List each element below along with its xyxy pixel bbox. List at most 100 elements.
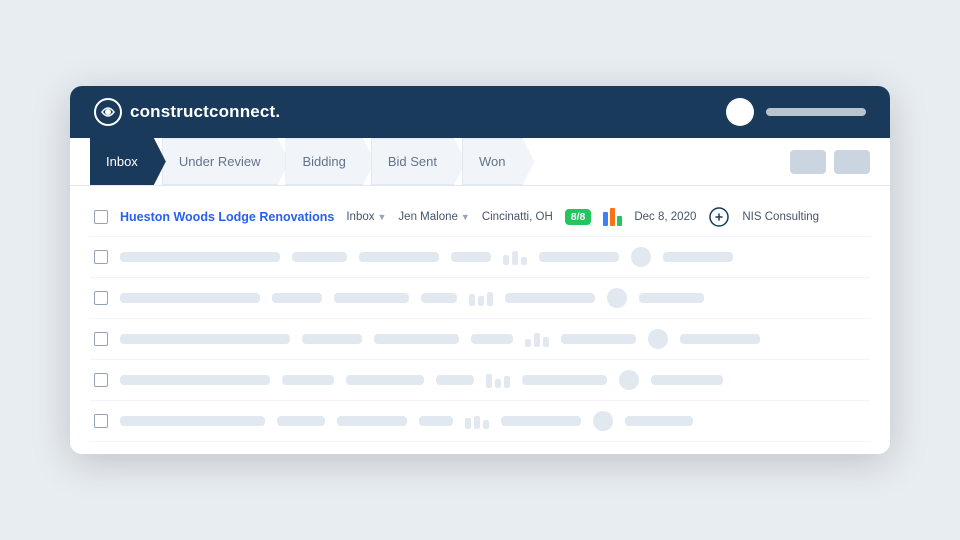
skel-bar-3	[487, 292, 493, 306]
skel-company	[625, 416, 693, 426]
skel-status	[292, 252, 347, 262]
skel-status	[277, 416, 325, 426]
status-dropdown-arrow: ▼	[378, 212, 387, 222]
skel-date	[561, 334, 636, 344]
skel-date	[539, 252, 619, 262]
skel-checkbox	[94, 414, 108, 428]
skel-checkbox	[94, 250, 108, 264]
skel-bar-1	[469, 294, 475, 306]
skel-bars	[486, 372, 510, 388]
skel-avatar	[648, 329, 668, 349]
project-name[interactable]: Hueston Woods Lodge Renovations	[120, 210, 334, 224]
skel-badge	[419, 416, 453, 426]
skel-bar-3	[504, 376, 510, 388]
skel-company	[680, 334, 760, 344]
skel-bar-3	[521, 257, 527, 265]
status-badge[interactable]: Inbox ▼	[346, 211, 386, 223]
count-badge: 8/8	[565, 209, 592, 225]
skel-checkbox	[94, 291, 108, 305]
skel-badge	[451, 252, 491, 262]
skel-badge	[436, 375, 474, 385]
skeleton-row-3	[90, 319, 870, 360]
bar-2	[610, 208, 615, 226]
company-text: NIS Consulting	[742, 211, 819, 223]
tab-under-review[interactable]: Under Review	[162, 138, 290, 185]
skel-avatar	[619, 370, 639, 390]
skel-badge	[471, 334, 513, 344]
bar-chart	[603, 208, 622, 226]
skel-bar-2	[495, 379, 501, 388]
tab-action-btn-1[interactable]	[790, 150, 826, 174]
skel-name	[120, 416, 265, 426]
skel-checkbox	[94, 332, 108, 346]
skel-badge	[421, 293, 457, 303]
main-content: Inbox Under Review Bidding Bid Sent Won	[70, 138, 890, 454]
skel-bar-2	[534, 333, 540, 347]
skel-date	[522, 375, 607, 385]
skel-name	[120, 375, 270, 385]
tab-action-btn-2[interactable]	[834, 150, 870, 174]
skel-bar-2	[478, 296, 484, 306]
skel-bars	[465, 413, 489, 429]
date-text: Dec 8, 2020	[634, 211, 696, 223]
skeleton-row-2	[90, 278, 870, 319]
table-row: Hueston Woods Lodge Renovations Inbox ▼ …	[90, 198, 870, 237]
tab-won[interactable]: Won	[462, 138, 535, 185]
skel-bar-2	[512, 251, 518, 265]
skel-bar-1	[525, 339, 531, 347]
tab-bidding[interactable]: Bidding	[285, 138, 374, 185]
skel-person	[346, 375, 424, 385]
tab-inbox[interactable]: Inbox	[90, 138, 166, 185]
logo-text-regular: construct	[130, 102, 209, 121]
skel-avatar	[607, 288, 627, 308]
skel-person	[337, 416, 407, 426]
bar-3	[617, 216, 622, 226]
skel-avatar	[631, 247, 651, 267]
skeleton-row-5	[90, 401, 870, 442]
action-icon[interactable]	[708, 206, 730, 228]
skel-bar-1	[486, 374, 492, 388]
skel-bar-2	[474, 416, 480, 429]
row-checkbox[interactable]	[94, 210, 108, 224]
table-area: Hueston Woods Lodge Renovations Inbox ▼ …	[70, 186, 890, 454]
person-dropdown-arrow: ▼	[461, 212, 470, 222]
skel-status	[282, 375, 334, 385]
skel-company	[651, 375, 723, 385]
tab-bid-sent[interactable]: Bid Sent	[371, 138, 466, 185]
topbar: constructconnect.	[70, 86, 890, 138]
skel-name	[120, 334, 290, 344]
logo-text: constructconnect.	[130, 102, 280, 122]
skel-checkbox	[94, 373, 108, 387]
skel-status	[302, 334, 362, 344]
skel-bars	[503, 249, 527, 265]
topbar-bar	[766, 108, 866, 116]
skel-bar-1	[503, 255, 509, 265]
skel-date	[505, 293, 595, 303]
action-svg	[709, 207, 729, 227]
skel-bar-1	[465, 418, 471, 429]
skel-bars	[525, 331, 549, 347]
skeleton-row-1	[90, 237, 870, 278]
skel-name	[120, 252, 280, 262]
tabs-actions	[790, 150, 870, 174]
location-text: Cincinatti, OH	[482, 211, 553, 223]
logo-text-bold: connect.	[209, 102, 280, 121]
logo-icon	[94, 98, 122, 126]
skel-person	[334, 293, 409, 303]
logo: constructconnect.	[94, 98, 280, 126]
skel-bars	[469, 290, 493, 306]
skel-company	[663, 252, 733, 262]
skel-person	[374, 334, 459, 344]
skel-status	[272, 293, 322, 303]
skel-date	[501, 416, 581, 426]
skeleton-row-4	[90, 360, 870, 401]
topbar-right	[726, 98, 866, 126]
skel-bar-3	[483, 420, 489, 429]
tabs-bar: Inbox Under Review Bidding Bid Sent Won	[70, 138, 890, 186]
person-badge[interactable]: Jen Malone ▼	[398, 211, 469, 223]
avatar[interactable]	[726, 98, 754, 126]
skel-name	[120, 293, 260, 303]
skel-avatar	[593, 411, 613, 431]
app-window: constructconnect. Inbox Under Review Bid…	[70, 86, 890, 454]
skel-bar-3	[543, 337, 549, 347]
